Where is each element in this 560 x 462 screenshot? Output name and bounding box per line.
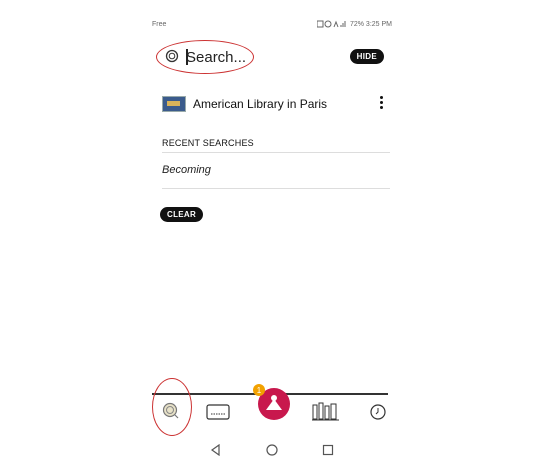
search-icon — [165, 49, 179, 63]
svg-text:1: 1 — [257, 386, 262, 395]
recent-search-item[interactable]: Becoming — [162, 164, 211, 176]
status-icons — [316, 20, 346, 28]
status-right: 72% 3:25 PM — [316, 20, 392, 28]
carrier-label: Free — [152, 20, 167, 28]
home-icon[interactable] — [266, 444, 278, 456]
recent-searches-heading: RECENT SEARCHES — [162, 138, 254, 148]
search-input[interactable] — [186, 47, 306, 67]
system-nav-bar — [150, 444, 396, 462]
status-text: 72% 3:25 PM — [349, 20, 392, 28]
divider — [162, 152, 390, 153]
back-icon[interactable] — [210, 444, 222, 456]
books-icon[interactable] — [312, 402, 340, 422]
status-bar: Free 72% 3:25 PM — [152, 18, 392, 30]
result-label: American Library in Paris — [193, 97, 328, 111]
divider — [162, 188, 390, 189]
hide-button[interactable]: HIDE — [349, 49, 384, 64]
search-bar: HIDE — [156, 40, 392, 74]
notification-badge: 1 — [253, 384, 265, 396]
card-icon[interactable] — [206, 404, 230, 420]
result-item[interactable]: American Library in Paris — [162, 94, 390, 114]
clock-icon[interactable] — [370, 404, 386, 420]
clear-button[interactable]: CLEAR — [160, 207, 204, 222]
more-options-icon[interactable] — [380, 96, 384, 111]
annotation-circle — [152, 378, 192, 436]
recents-icon[interactable] — [322, 444, 334, 456]
library-card-icon — [162, 96, 186, 112]
